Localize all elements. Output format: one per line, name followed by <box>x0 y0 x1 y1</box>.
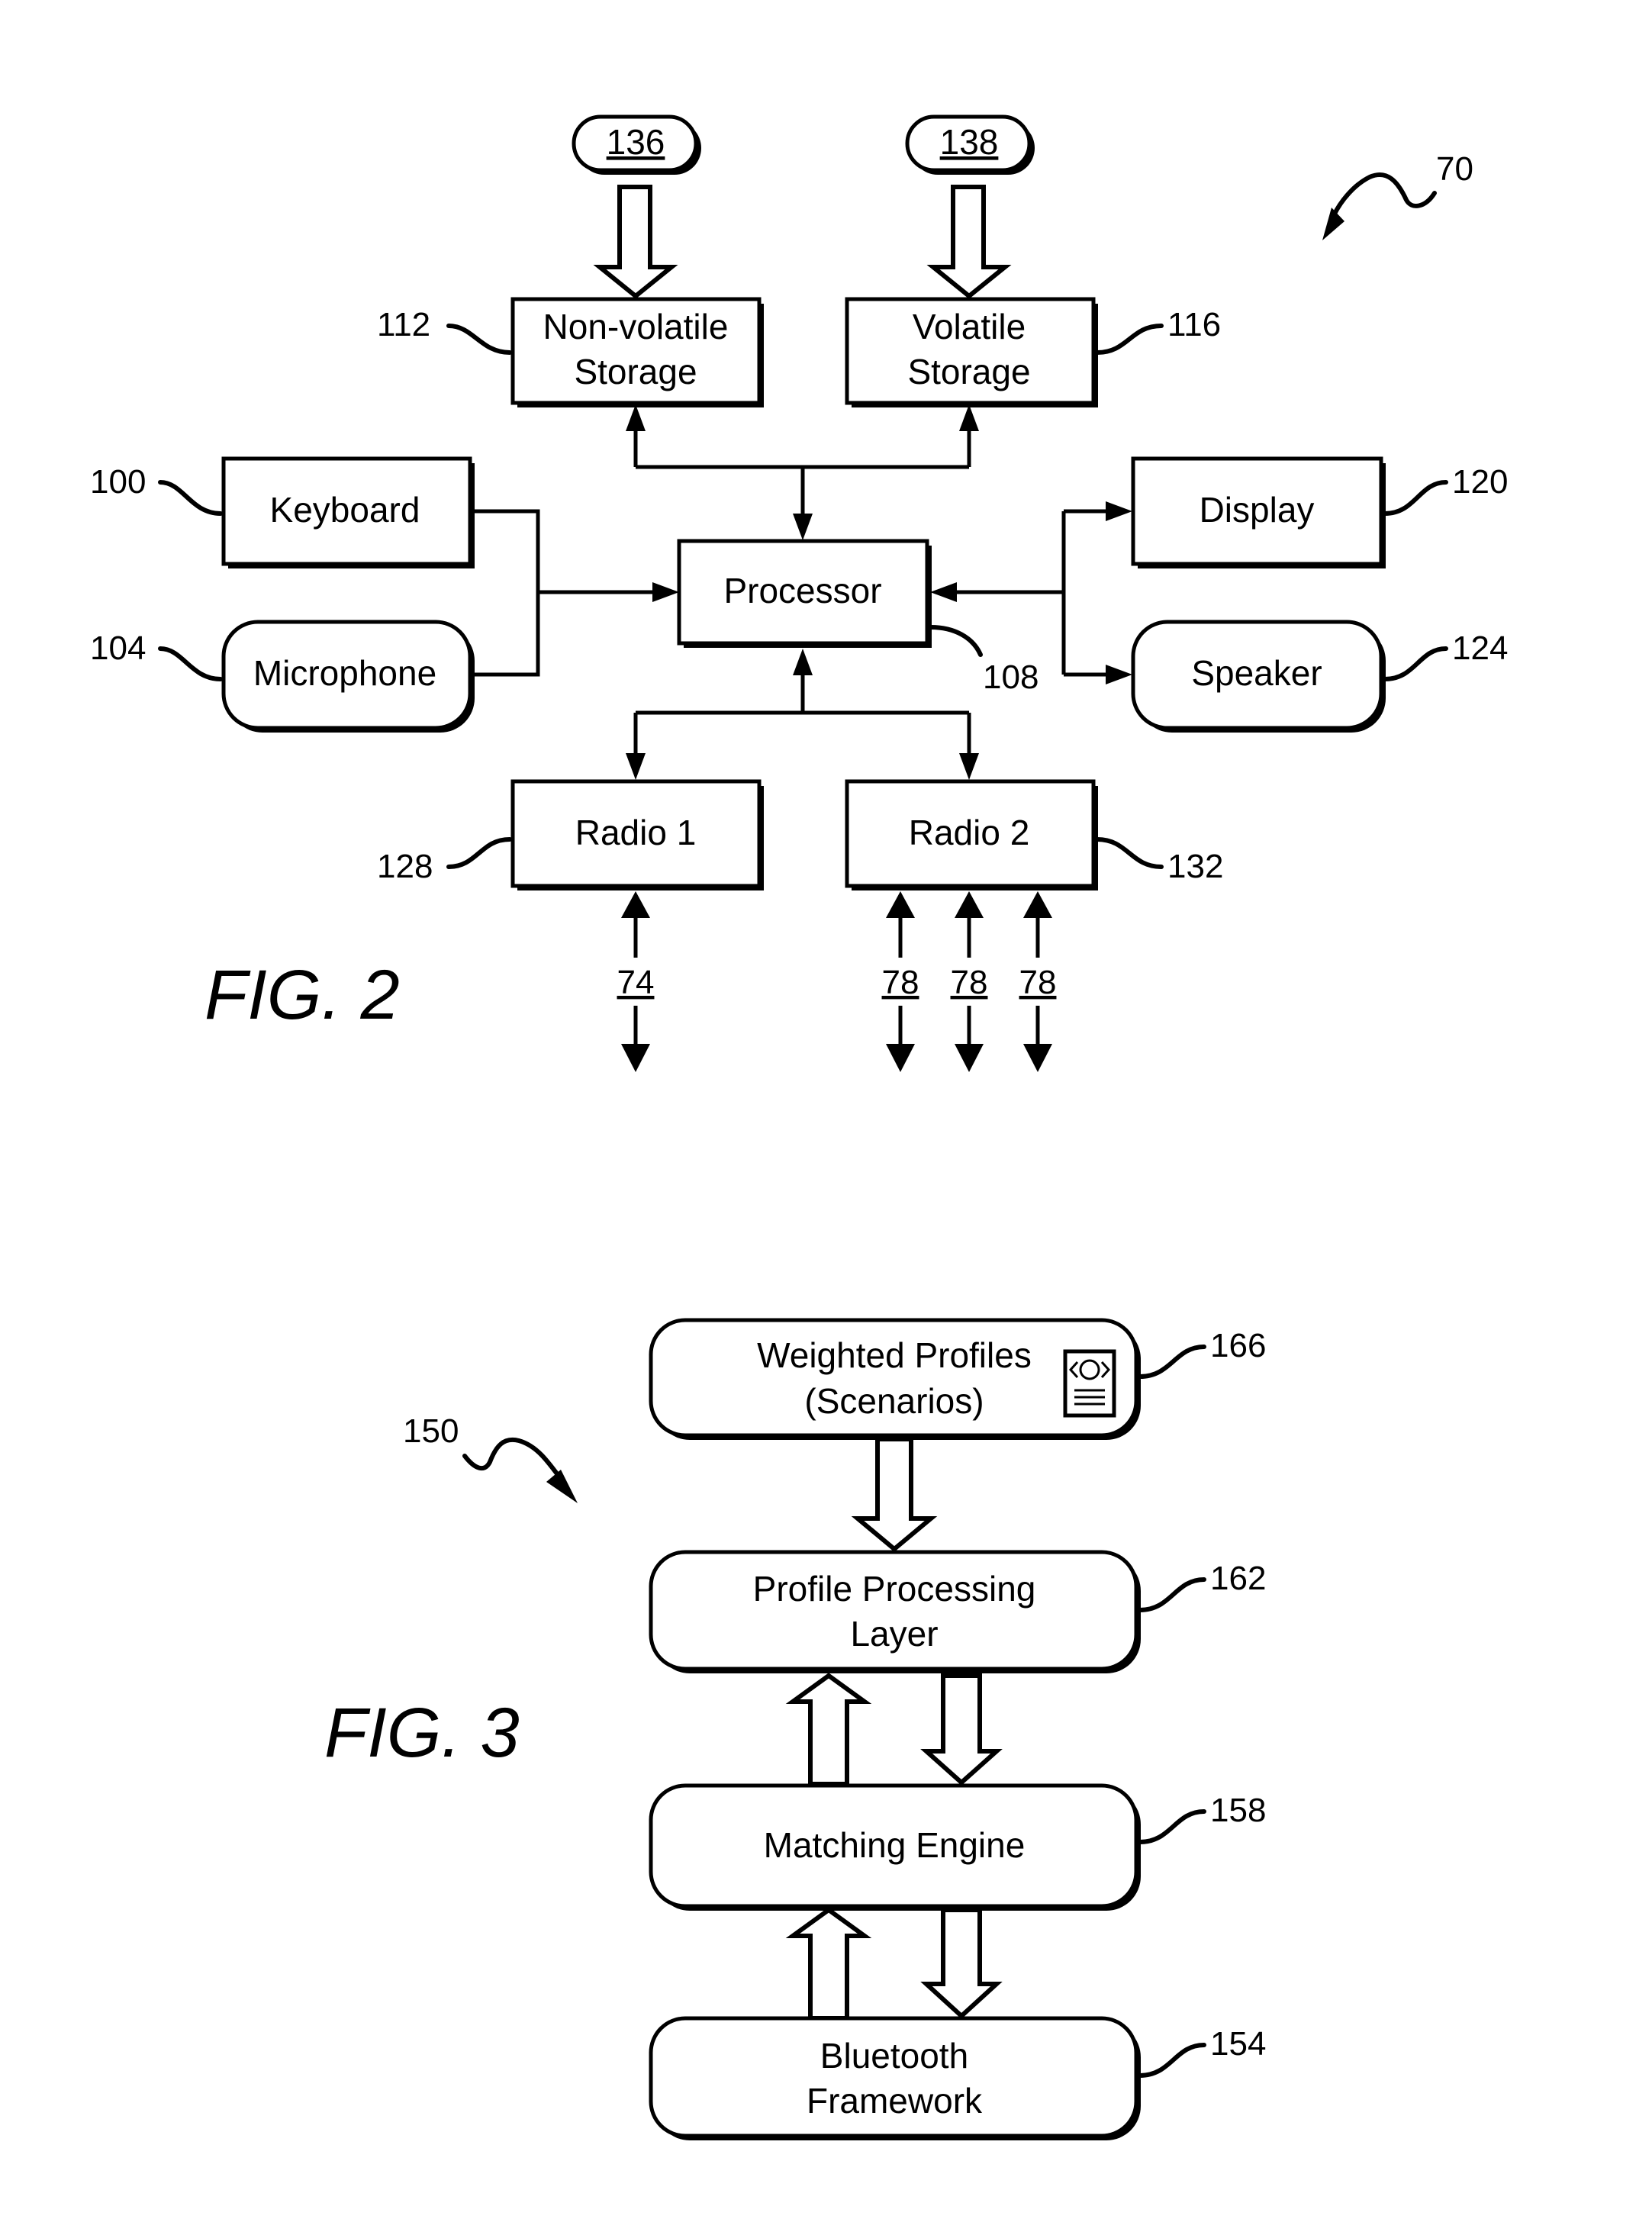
layer-label: (Scenarios) <box>804 1381 984 1421</box>
block-label: Volatile <box>913 307 1026 346</box>
figure-caption: FIG. 2 <box>204 956 400 1034</box>
input-138: 138 <box>905 114 1035 175</box>
link-78-c: 78 <box>1019 891 1057 1072</box>
block-label: Speaker <box>1191 653 1322 693</box>
block-arrow-down-icon <box>920 1673 1003 1786</box>
ref-label: 162 <box>1210 1560 1266 1597</box>
block-processor: Processor <box>677 539 932 648</box>
block-label: Microphone <box>253 653 436 693</box>
layer-bluetooth-framework: Bluetooth Framework <box>649 2016 1141 2140</box>
arrow-head-icon <box>1023 891 1052 918</box>
block-label: Storage <box>907 352 1030 391</box>
ref-label: 120 <box>1452 463 1508 501</box>
block-speaker: Speaker <box>1131 620 1386 733</box>
arrow-head-icon <box>626 404 646 431</box>
block-display: Display <box>1131 456 1386 568</box>
ref-label: 104 <box>90 630 146 667</box>
arrow-head-icon <box>1322 208 1344 240</box>
block-label: Keyboard <box>270 490 420 530</box>
ref-label: 124 <box>1452 630 1508 667</box>
block-label: Radio 1 <box>575 813 697 852</box>
link-label: 74 <box>617 964 655 1001</box>
arrow-head-icon <box>652 582 679 602</box>
block-arrow-up-icon <box>785 1673 872 1786</box>
arrow-head-icon <box>546 1470 578 1503</box>
layer-label: Profile Processing <box>753 1569 1036 1609</box>
arrow-head-icon <box>886 891 915 918</box>
block-label: Storage <box>574 352 697 391</box>
ref-label: 128 <box>377 848 433 885</box>
block-label: Display <box>1200 490 1315 530</box>
block-arrow-down-icon <box>926 185 1012 299</box>
block-label: Processor <box>723 571 881 610</box>
arrow-head-icon <box>1106 665 1132 684</box>
link-78-b: 78 <box>951 891 988 1072</box>
block-arrow-down-icon <box>593 185 678 299</box>
layer-profile-processing: Profile Processing Layer <box>649 1550 1141 1673</box>
layer-label: Framework <box>807 2081 983 2121</box>
ref-label: 158 <box>1210 1792 1266 1829</box>
system-ref-70: 70 <box>1322 150 1473 240</box>
block-arrow-up-icon <box>785 1907 872 2021</box>
ref-label: 108 <box>983 659 1039 696</box>
arrow-head-icon <box>793 649 813 675</box>
arrow-head-icon <box>1023 1044 1052 1072</box>
ref-label: 70 <box>1436 150 1473 188</box>
block-label: Radio 2 <box>909 813 1030 852</box>
ref-label: 136 <box>607 122 665 162</box>
figure-3: 150 Weighted Profiles (Scenarios) 166 Pr… <box>324 1318 1266 2140</box>
document-eye-icon <box>1063 1349 1116 1418</box>
arrow-head-icon <box>959 404 979 431</box>
link-label: 78 <box>951 964 988 1001</box>
block-keyboard: Keyboard <box>221 456 475 568</box>
arrow-head-icon <box>886 1044 915 1072</box>
layer-weighted-profiles: Weighted Profiles (Scenarios) <box>649 1318 1141 1440</box>
block-label: Non-volatile <box>543 307 729 346</box>
block-radio-2: Radio 2 <box>845 779 1098 890</box>
arrow-head-icon <box>1106 501 1132 521</box>
arrow-head-icon <box>930 582 957 602</box>
link-label: 78 <box>882 964 919 1001</box>
link-74: 74 <box>617 891 655 1072</box>
ref-label: 138 <box>940 122 999 162</box>
ref-label: 150 <box>403 1412 459 1450</box>
layer-label: Weighted Profiles <box>757 1335 1032 1375</box>
block-nonvolatile-storage: Non-volatile Storage <box>510 297 764 407</box>
arrow-head-icon <box>621 891 650 918</box>
layer-label: Bluetooth <box>820 2036 968 2076</box>
block-arrow-down-icon <box>920 1908 1003 2020</box>
block-arrow-down-icon <box>851 1437 938 1552</box>
arrow-head-icon <box>626 753 646 780</box>
block-radio-1: Radio 1 <box>510 779 764 890</box>
ref-label: 100 <box>90 463 146 501</box>
arrow-head-icon <box>793 514 813 540</box>
block-microphone: Microphone <box>221 620 475 733</box>
arrow-head-icon <box>621 1044 650 1072</box>
ref-label: 132 <box>1167 848 1223 885</box>
arrow-head-icon <box>955 1044 984 1072</box>
block-volatile-storage: Volatile Storage <box>845 297 1098 407</box>
link-label: 78 <box>1019 964 1057 1001</box>
layer-matching-engine: Matching Engine <box>649 1783 1141 1911</box>
arrow-head-icon <box>959 753 979 780</box>
patent-figures: 70 136 138 Non-volatile Storage Volatile <box>90 114 1508 2140</box>
layer-label: Layer <box>850 1614 938 1654</box>
input-136: 136 <box>572 114 701 175</box>
figure-caption: FIG. 3 <box>324 1694 520 1772</box>
layer-label: Matching Engine <box>764 1825 1026 1865</box>
ref-label: 116 <box>1167 306 1221 343</box>
ref-label: 154 <box>1210 2025 1266 2063</box>
ref-label: 166 <box>1210 1327 1266 1364</box>
system-ref-150: 150 <box>403 1412 578 1503</box>
ref-label: 112 <box>377 306 430 343</box>
arrow-head-icon <box>955 891 984 918</box>
figure-2: 70 136 138 Non-volatile Storage Volatile <box>90 114 1508 1072</box>
link-78-a: 78 <box>882 891 919 1072</box>
